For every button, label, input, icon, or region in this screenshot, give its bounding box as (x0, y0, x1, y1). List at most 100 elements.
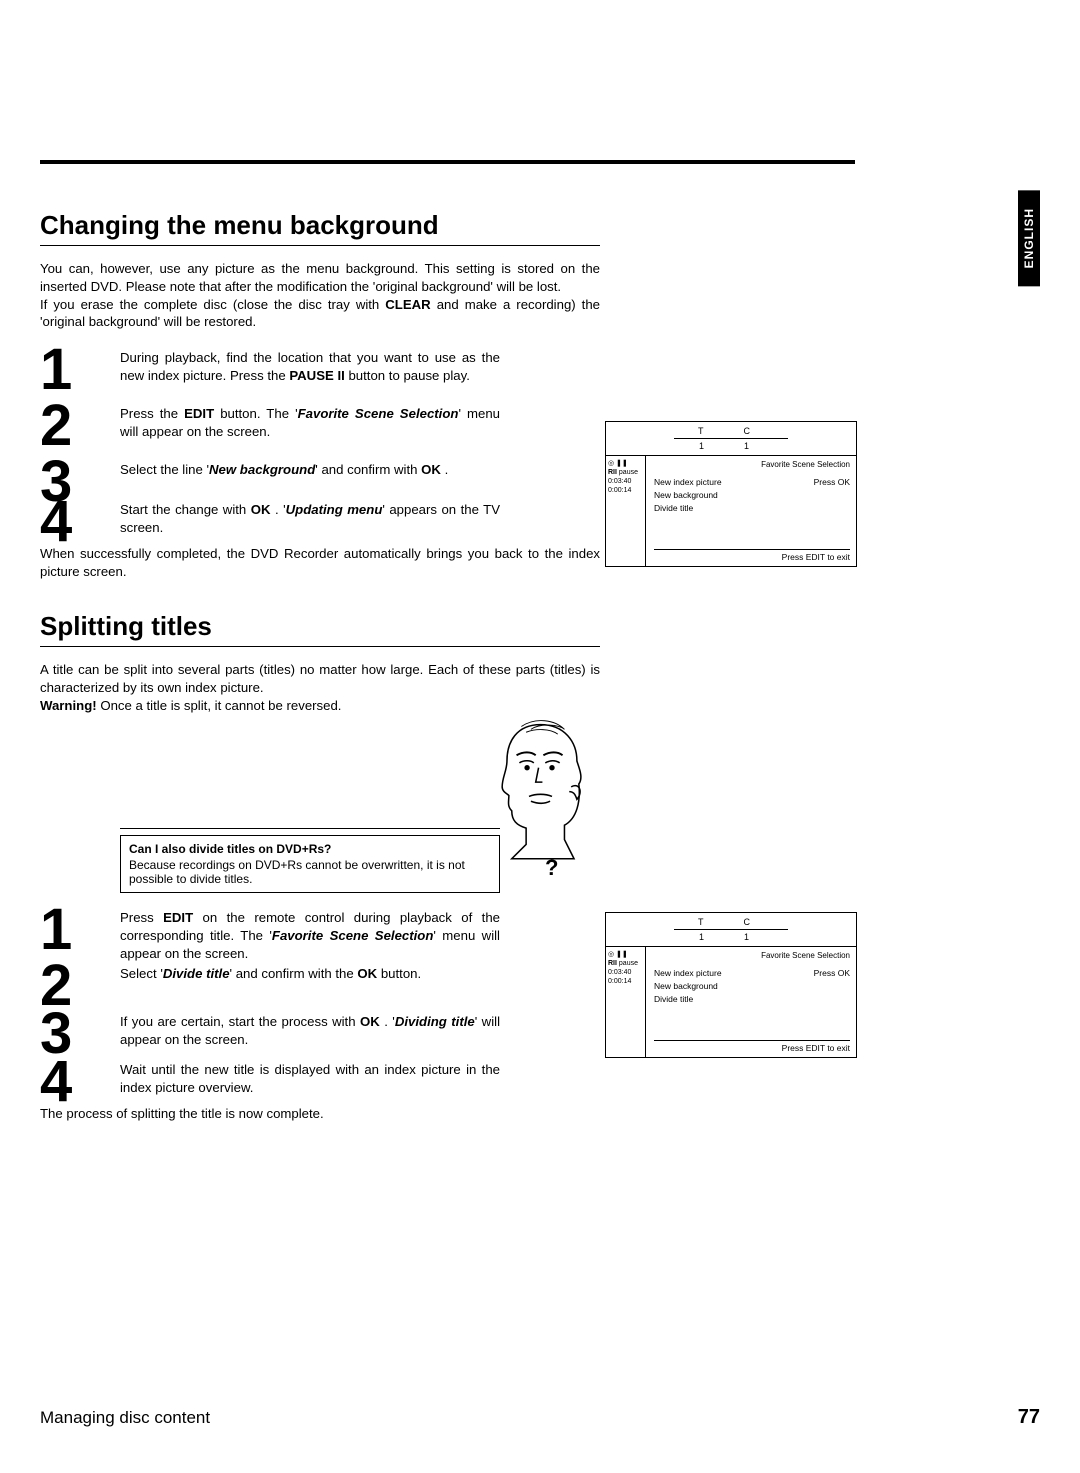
osd2-row-pressok: Press OK (814, 968, 850, 978)
osd-header: T C 1 1 (606, 422, 856, 455)
s2-num-4: 4 (40, 1053, 72, 1111)
osd2-right-panel: Favorite Scene Selection New index pictu… (646, 947, 856, 1057)
key-clear: CLEAR (385, 297, 430, 312)
menu-dividing: Dividing title (395, 1014, 475, 1029)
step-num-4: 4 (40, 493, 72, 551)
step3-c: . (441, 462, 448, 477)
menu-updating: Updating menu (286, 502, 383, 517)
osd2-hdr-1a: 1 (699, 932, 718, 942)
osd2-left-panel: ◎ ❚❚ RII pause 0:03:40 0:00:14 (606, 947, 646, 1057)
step4-a: Start the change with (120, 502, 251, 517)
s2-step-2: 2 Select 'Divide title' and confirm with… (40, 965, 600, 1013)
tip-title: Can I also divide titles on DVD+Rs? (129, 842, 491, 856)
step4-b: . ' (271, 502, 286, 517)
osd2-time1: 0:03:40 (608, 968, 643, 977)
osd2-row-divide: Divide title (654, 994, 693, 1004)
s2-step-3: 3 If you are certain, start the process … (40, 1013, 600, 1061)
question-mark-icon: ? (545, 855, 558, 881)
osd-row-newindex: New index picture (654, 477, 722, 487)
osd-left-panel: ◎ ❚❚ RII pause 0:03:40 0:00:14 (606, 456, 646, 566)
key-edit: EDIT (184, 406, 214, 421)
key-ok-4: OK (360, 1014, 380, 1029)
osd-screen-2: T C 1 1 ◎ ❚❚ RII pause 0:03:40 0:00:14 F… (605, 912, 857, 1058)
osd2-pause: pause (619, 960, 638, 967)
top-rule (40, 160, 855, 164)
step-num-1: 1 (40, 341, 72, 399)
osd2-row-newbg: New background (654, 981, 718, 991)
osd-screen-1: T C 1 1 ◎ ❚❚ RII pause 0:03:40 0:00:14 F… (605, 421, 857, 567)
intro-text-1: You can, however, use any picture as the… (40, 260, 600, 331)
osd2-time2: 0:00:14 (608, 977, 643, 986)
intro-text-2: A title can be split into several parts … (40, 661, 600, 714)
step-3: 3 Select the line 'New background' and c… (40, 461, 600, 501)
menu-fav-2: Favorite Scene Selection (272, 928, 434, 943)
osd-rii: RII (608, 469, 617, 476)
s2-step-1: 1 Press EDIT on the remote control durin… (40, 909, 600, 965)
s2-3a: If you are certain, start the process wi… (120, 1014, 360, 1029)
menu-fav-scene: Favorite Scene Selection (298, 406, 459, 421)
osd-hdr-t: T (698, 426, 718, 436)
person-head-icon (483, 715, 598, 868)
osd-footer: Press EDIT to exit (654, 549, 850, 562)
osd2-hdr-1b: 1 (744, 932, 763, 942)
s2-2b: ' and confirm with the (230, 966, 358, 981)
osd2-hdr-t: T (698, 917, 718, 927)
tip-body: Because recordings on DVD+Rs cannot be o… (129, 858, 491, 886)
after-steps-1: When successfully completed, the DVD Rec… (40, 545, 600, 581)
osd2-footer: Press EDIT to exit (654, 1040, 850, 1053)
heading-changing-menu-background: Changing the menu background (40, 210, 600, 246)
s2-step-4: 4 Wait until the new title is displayed … (40, 1061, 600, 1101)
after-steps-2: The process of splitting the title is no… (40, 1105, 600, 1123)
disc-icon: ◎ ❚❚ (608, 459, 643, 468)
language-tab: ENGLISH (1018, 190, 1040, 286)
osd-menu-title: Favorite Scene Selection (654, 460, 850, 469)
key-ok-2: OK (251, 502, 271, 517)
step3-a: Select the line ' (120, 462, 209, 477)
footer-page-number: 77 (1018, 1406, 1040, 1429)
osd-row-divide: Divide title (654, 503, 693, 513)
key-pause: PAUSE II (289, 368, 344, 383)
osd-hdr-1a: 1 (699, 441, 718, 451)
key-ok-3: OK (357, 966, 377, 981)
osd-row-newbg: New background (654, 490, 718, 500)
step2-b: button. The ' (220, 406, 297, 421)
step1-b: button to pause play. (348, 368, 469, 383)
osd2-menu-title: Favorite Scene Selection (654, 951, 850, 960)
step-2: 2 Press the EDIT button. The 'Favorite S… (40, 405, 600, 461)
s2-2a: Select ' (120, 966, 163, 981)
step-1: 1 During playback, find the location tha… (40, 349, 600, 405)
osd2-hdr-c: C (744, 917, 765, 927)
osd-right-panel: Favorite Scene Selection New index pictu… (646, 456, 856, 566)
menu-new-bg: New background (209, 462, 315, 477)
heading-splitting-titles: Splitting titles (40, 611, 600, 647)
osd2-row-newindex: New index picture (654, 968, 722, 978)
disc-icon-2: ◎ ❚❚ (608, 950, 643, 959)
intro2-a: A title can be split into several parts … (40, 662, 600, 695)
key-edit-2: EDIT (163, 910, 193, 925)
s2-1a: Press (120, 910, 163, 925)
osd-time1: 0:03:40 (608, 477, 643, 486)
page-footer: Managing disc content 77 (40, 1406, 1040, 1429)
tip-box: Can I also divide titles on DVD+Rs? Beca… (120, 835, 500, 893)
step3-b: ' and confirm with (315, 462, 421, 477)
s2-2c: button. (377, 966, 421, 981)
osd-hdr-1b: 1 (744, 441, 763, 451)
warning-text: Once a title is split, it cannot be reve… (97, 698, 342, 713)
osd-header-2: T C 1 1 (606, 913, 856, 946)
tip-top-rule (120, 828, 500, 829)
menu-divide: Divide title (163, 966, 230, 981)
osd2-rii: RII (608, 960, 617, 967)
s2-4: Wait until the new title is displayed wi… (120, 1062, 500, 1095)
step-num-2: 2 (40, 397, 72, 455)
osd-time2: 0:00:14 (608, 486, 643, 495)
osd-hdr-c: C (744, 426, 765, 436)
osd-pause: pause (619, 469, 638, 476)
warning-label: Warning! (40, 698, 97, 713)
osd-row-pressok: Press OK (814, 477, 850, 487)
s2-num-1: 1 (40, 901, 72, 959)
key-ok-1: OK (421, 462, 441, 477)
main-column: Changing the menu background You can, ho… (40, 210, 600, 1123)
step-4: 4 Start the change with OK . 'Updating m… (40, 501, 600, 541)
footer-section-title: Managing disc content (40, 1408, 210, 1428)
step2-a: Press the (120, 406, 184, 421)
